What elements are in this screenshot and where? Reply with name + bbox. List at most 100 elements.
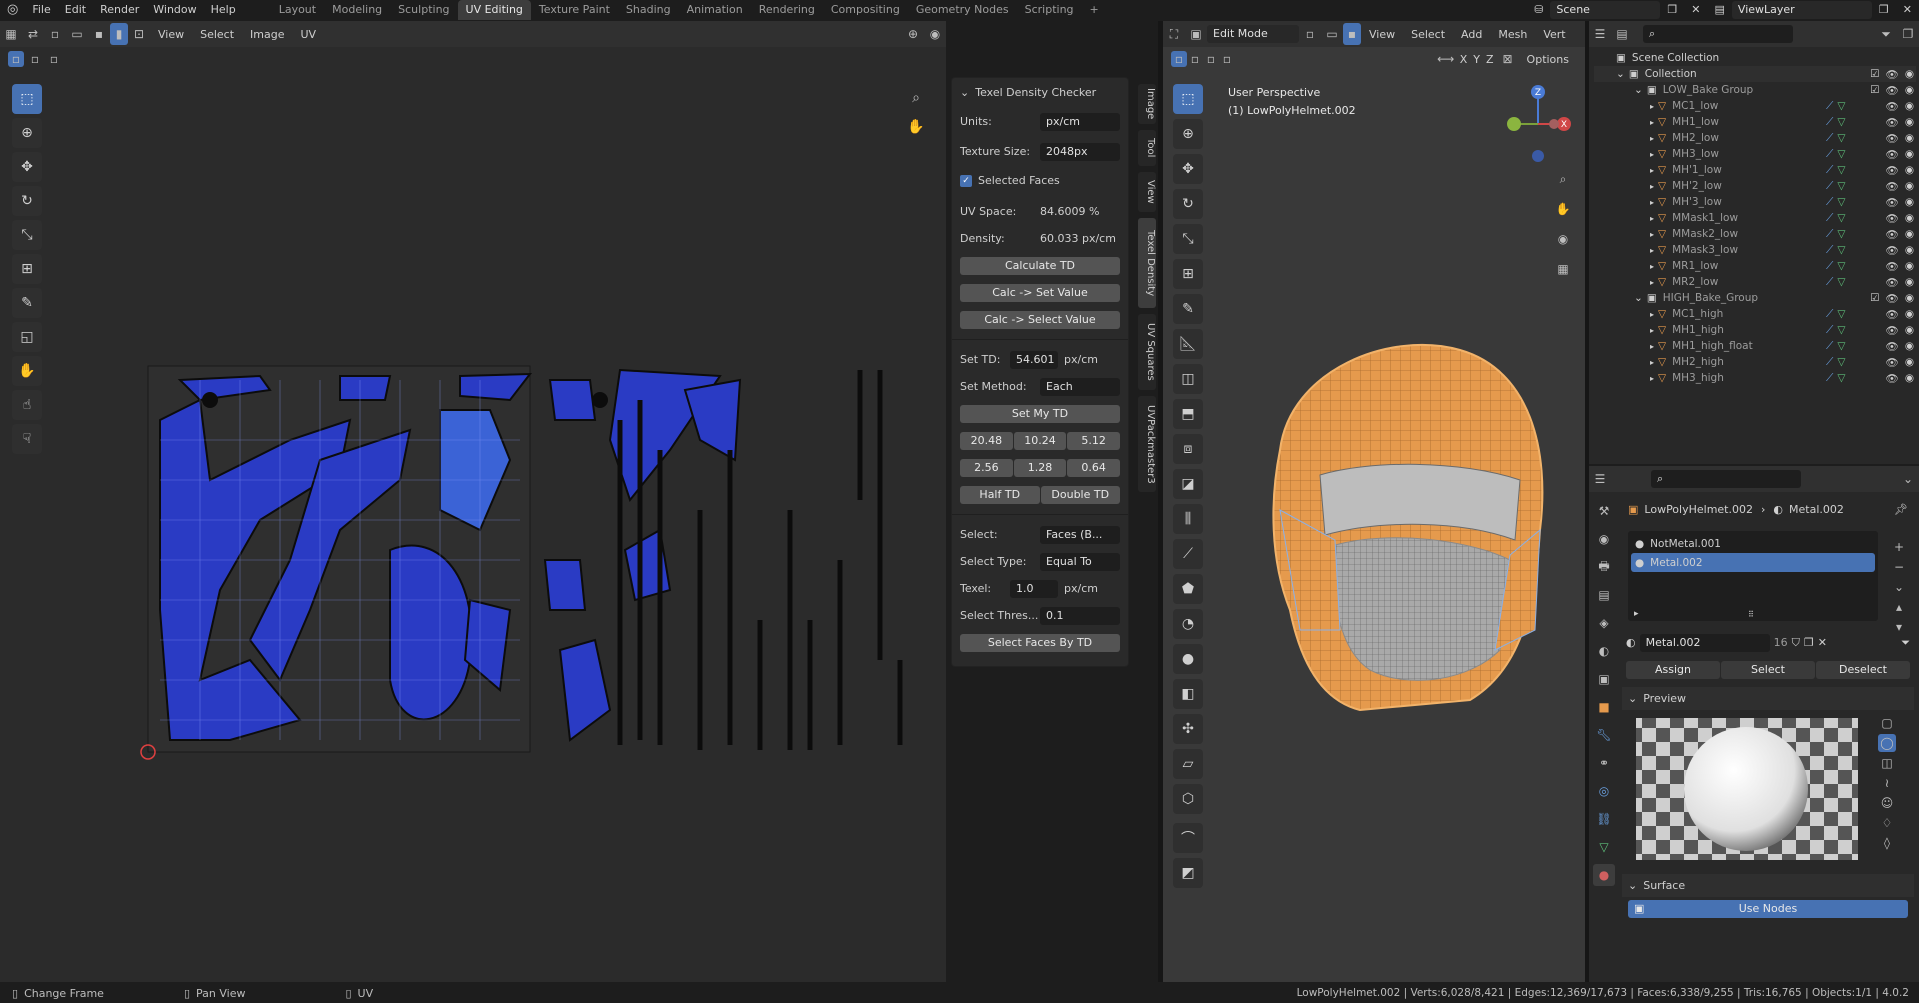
- outliner-row-object[interactable]: ▸ ▽ MC1_low ⟋ ▽ 👁︎ ◉: [1594, 98, 1916, 114]
- material-browse-icon[interactable]: ◐: [1626, 636, 1636, 649]
- uv-islands-canvas[interactable]: [140, 360, 920, 760]
- preset-10-24-button[interactable]: 10.24: [1013, 431, 1067, 450]
- proportional-icon[interactable]: ◉: [924, 23, 946, 45]
- viewport-menu-select[interactable]: Select: [1403, 28, 1453, 41]
- visibility-eye-icon[interactable]: 👁︎: [1885, 68, 1898, 81]
- preview-sphere-icon[interactable]: ◯: [1878, 734, 1896, 752]
- outliner-row-object[interactable]: ▸ ▽ MMask1_low ⟋ ▽ 👁︎ ◉: [1594, 210, 1916, 226]
- expand-chevron-icon[interactable]: ▸: [1650, 326, 1654, 335]
- render-camera-icon[interactable]: ◉: [1905, 228, 1914, 240]
- units-dropdown[interactable]: px/cm: [1040, 112, 1120, 131]
- vp-bevel-tool-icon[interactable]: ◪: [1173, 469, 1203, 499]
- expand-chevron-icon[interactable]: ▸: [1650, 230, 1654, 239]
- select-threshold-input[interactable]: 0.1: [1040, 606, 1120, 625]
- expand-chevron-icon[interactable]: ▸: [1650, 342, 1654, 351]
- visibility-eye-icon[interactable]: 👁︎: [1885, 196, 1898, 209]
- preset-5-12-button[interactable]: 5.12: [1067, 431, 1121, 450]
- tab-texture-paint[interactable]: Texture Paint: [531, 0, 618, 20]
- vp-loop-cut-tool-icon[interactable]: ⫼: [1173, 504, 1203, 534]
- visibility-eye-icon[interactable]: 👁︎: [1885, 260, 1898, 273]
- select-button[interactable]: Select: [1721, 660, 1815, 679]
- pan-icon[interactable]: ✋: [905, 116, 927, 138]
- select-invert-mode-icon[interactable]: ▫: [1219, 51, 1235, 67]
- scene-selector[interactable]: Scene: [1550, 1, 1661, 19]
- vp-extrude-tool-icon[interactable]: ⬒: [1173, 399, 1203, 429]
- expand-chevron-icon[interactable]: ▸: [1650, 246, 1654, 255]
- new-collection-icon[interactable]: ❐: [1897, 23, 1919, 45]
- render-tab-icon[interactable]: ◉: [1593, 528, 1615, 550]
- outliner-row-object[interactable]: ▸ ▽ MH'3_low ⟋ ▽ 👁︎ ◉: [1594, 194, 1916, 210]
- calc-select-value-button[interactable]: Calc -> Select Value: [960, 310, 1120, 329]
- render-camera-icon[interactable]: ◉: [1905, 116, 1914, 128]
- outliner-search-input[interactable]: ⌕: [1643, 25, 1793, 43]
- outliner-row-collection[interactable]: ⌄ ▣ Collection ☑ 👁︎ ◉: [1594, 66, 1916, 82]
- render-camera-icon[interactable]: ◉: [1905, 212, 1914, 224]
- preview-cloth-icon[interactable]: ♢: [1878, 814, 1896, 832]
- expand-chevron-icon[interactable]: ▸: [1650, 310, 1654, 319]
- user-count[interactable]: 16: [1774, 636, 1788, 649]
- filter-icon[interactable]: ⏷: [1875, 23, 1897, 45]
- new-scene-icon[interactable]: ❐: [1660, 0, 1684, 20]
- options-dropdown[interactable]: Options: [1519, 53, 1577, 66]
- use-nodes-button[interactable]: ▣ Use Nodes: [1628, 899, 1908, 918]
- outliner-row-object[interactable]: ▸ ▽ MH1_low ⟋ ▽ 👁︎ ◉: [1594, 114, 1916, 130]
- vertex-select-icon[interactable]: ▫: [44, 23, 66, 45]
- particles-tab-icon[interactable]: ⚭: [1593, 752, 1615, 774]
- gizmo-neg-z-axis[interactable]: [1532, 150, 1544, 162]
- outliner-row-group[interactable]: ⌄ ▣ HIGH_Bake_Group ☑ 👁︎ ◉: [1594, 290, 1916, 306]
- expand-chevron-icon[interactable]: ▸: [1650, 198, 1654, 207]
- vp-edge-slide-tool-icon[interactable]: ◧: [1173, 679, 1203, 709]
- pinch-tool-icon[interactable]: ☟: [12, 424, 42, 454]
- vp-add-cube-tool-icon[interactable]: ◫: [1173, 364, 1203, 394]
- sidebar-tab-view[interactable]: View: [1138, 172, 1156, 212]
- vp-shear-tool-icon[interactable]: ▱: [1173, 749, 1203, 779]
- preview-sphere-canvas[interactable]: [1628, 714, 1868, 864]
- view-layer-tab-icon[interactable]: ▤: [1593, 584, 1615, 606]
- uv-menu-image[interactable]: Image: [242, 28, 292, 41]
- relax-tool-icon[interactable]: ☝: [12, 390, 42, 420]
- remove-slot-icon[interactable]: −: [1890, 558, 1908, 576]
- select-dropdown[interactable]: Faces (B...: [1040, 525, 1120, 544]
- set-my-td-button[interactable]: Set My TD: [960, 404, 1120, 423]
- expand-chevron-icon[interactable]: ▸: [1650, 182, 1654, 191]
- tab-geometry-nodes[interactable]: Geometry Nodes: [908, 0, 1017, 20]
- visibility-eye-icon[interactable]: 👁︎: [1885, 164, 1898, 177]
- auto-merge-icon[interactable]: ⊠: [1497, 48, 1519, 70]
- sidebar-tab-image[interactable]: Image: [1138, 84, 1156, 124]
- slot-specials-icon[interactable]: ⌄: [1890, 578, 1908, 596]
- visibility-eye-icon[interactable]: 👁︎: [1885, 340, 1898, 353]
- tab-compositing[interactable]: Compositing: [823, 0, 908, 20]
- expand-chevron-icon[interactable]: ▸: [1650, 214, 1654, 223]
- select-box-tool-icon[interactable]: ⬚: [12, 84, 42, 114]
- visibility-eye-icon[interactable]: 👁︎: [1885, 372, 1898, 385]
- texture-size-dropdown[interactable]: 2048px: [1040, 142, 1120, 161]
- material-slot-selected[interactable]: ● Metal.002: [1631, 553, 1875, 572]
- outliner-row-object[interactable]: ▸ ▽ MH3_low ⟋ ▽ 👁︎ ◉: [1594, 146, 1916, 162]
- select-extend-mode-icon[interactable]: ▫: [1187, 51, 1203, 67]
- expand-chevron-icon[interactable]: ▸: [1650, 278, 1654, 287]
- surface-panel-header[interactable]: ⌄ Surface: [1622, 874, 1914, 897]
- transform-tool-icon[interactable]: ⊞: [12, 254, 42, 284]
- expand-chevron-icon[interactable]: ▸: [1650, 118, 1654, 127]
- display-mode-icon[interactable]: ▤: [1611, 23, 1633, 45]
- render-camera-icon[interactable]: ◉: [1905, 276, 1914, 288]
- fake-user-icon[interactable]: ⛉: [1792, 636, 1800, 650]
- outliner-row-object[interactable]: ▸ ▽ MH1_high ⟋ ▽ 👁︎ ◉: [1594, 322, 1916, 338]
- exclude-checkbox[interactable]: ☑: [1870, 84, 1879, 96]
- duplicate-material-icon[interactable]: ❐: [1804, 636, 1814, 649]
- vp-measure-tool-icon[interactable]: 📐︎: [1173, 329, 1203, 359]
- render-camera-icon[interactable]: ◉: [1905, 260, 1914, 272]
- exclude-checkbox[interactable]: ☑: [1870, 68, 1879, 80]
- visibility-eye-icon[interactable]: 👁︎: [1885, 100, 1898, 113]
- pin-icon[interactable]: 📌︎: [1894, 503, 1908, 516]
- collection-tab-icon[interactable]: ▣: [1593, 668, 1615, 690]
- vp-annotate-tool-icon[interactable]: ✎: [1173, 294, 1203, 324]
- rotate-tool-icon[interactable]: ↻: [12, 186, 42, 216]
- expand-chevron-icon[interactable]: ▸: [1650, 150, 1654, 159]
- scene-tab-icon[interactable]: ◈: [1593, 612, 1615, 634]
- preview-monkey-icon[interactable]: ☺: [1878, 794, 1896, 812]
- render-camera-icon[interactable]: ◉: [1905, 244, 1914, 256]
- visibility-eye-icon[interactable]: 👁︎: [1885, 148, 1898, 161]
- snap-icon[interactable]: ⊕: [902, 23, 924, 45]
- edge-select-icon[interactable]: ▭: [66, 23, 88, 45]
